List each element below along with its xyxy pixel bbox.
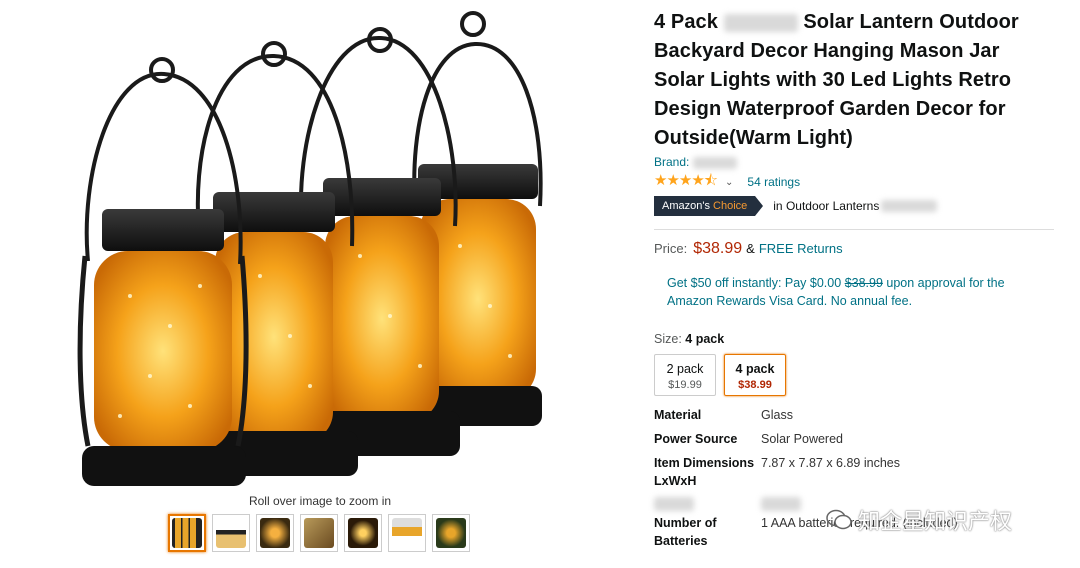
rating-row: ★★★★⯪ ⌄ 54 ratings [654,172,1054,191]
spec-row: Power Source Solar Powered [654,432,843,446]
promo-offer[interactable]: Get $50 off instantly: Pay $0.00 $38.99 … [654,274,1042,310]
thumbnail-1[interactable] [168,514,206,552]
price-amp: & [746,241,755,256]
ratings-link[interactable]: 54 ratings [747,175,800,189]
selected-size: 4 pack [685,332,725,346]
price-row: Price: $38.99 & FREE Returns [654,240,1054,258]
main-product-image[interactable] [40,6,600,490]
redacted-brand [692,156,737,169]
brand-label: Brand: [654,155,690,169]
redacted-brand-name [723,13,798,32]
free-returns-link[interactable]: FREE Returns [759,241,843,256]
spec-row: Material Glass [654,408,793,422]
lantern-1 [77,57,249,486]
divider [654,229,1054,230]
product-details: 4 Pack Solar Lantern Outdoor Backyard De… [654,8,1054,556]
size-option-4-pack[interactable]: 4 pack $38.99 [724,354,786,396]
redacted-spec-value [761,496,802,511]
size-option-2-pack[interactable]: 2 pack $19.99 [654,354,716,396]
amazons-choice-row: Amazon's Choice in Outdoor Lanterns [654,196,1054,216]
chevron-down-icon[interactable]: ⌄ [725,177,733,188]
thumbnail-3[interactable] [256,514,294,552]
size-label: Size: 4 pack [654,332,725,346]
size-options: 2 pack $19.99 4 pack $38.99 [654,354,1054,396]
brand-row[interactable]: Brand: [654,155,1054,171]
thumbnail-2[interactable] [212,514,250,552]
thumbnail-5[interactable] [344,514,382,552]
amazons-choice-badge: Amazon's Choice [654,196,764,216]
price-label: Price: [654,241,688,256]
thumbnail-4[interactable] [300,514,338,552]
thumbnail-7[interactable] [432,514,470,552]
redacted-spec-key [654,496,694,511]
product-title: 4 Pack Solar Lantern Outdoor Backyard De… [654,8,1054,153]
image-gallery: Roll over image to zoom in [0,0,640,568]
price-value: $38.99 [693,240,743,257]
zoom-hint: Roll over image to zoom in [248,494,392,508]
spec-row: Item Dimensions LxWxH 7.87 x 7.87 x 6.89… [654,456,900,488]
watermark: 知企星知识产权 [826,504,1012,536]
choice-category[interactable]: in Outdoor Lanterns [773,199,879,213]
wechat-icon [826,509,852,530]
star-rating-icon[interactable]: ★★★★⯪ [654,170,718,195]
redacted-text [881,200,938,212]
strike-price: $38.99 [844,276,883,290]
thumbnail-strip [168,514,470,552]
title-start: 4 Pack [654,11,718,33]
thumbnail-6[interactable] [388,514,426,552]
